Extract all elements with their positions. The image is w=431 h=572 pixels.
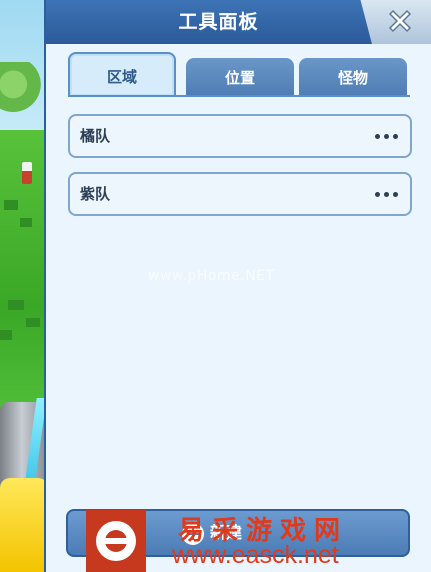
more-dots-icon[interactable] [372, 184, 402, 204]
tree [0, 62, 44, 118]
tab-underline [68, 95, 410, 97]
team-name: 紫队 [80, 185, 111, 203]
team-list: 橘队 紫队 [68, 114, 412, 230]
grass-patch [20, 218, 32, 227]
grass-patch [8, 300, 24, 310]
close-x-icon [388, 9, 412, 33]
tab-position[interactable]: 位置 [186, 58, 294, 96]
panel-header: 工具面板 [46, 0, 431, 44]
team-row-orange[interactable]: 橘队 [68, 114, 412, 158]
yellow-block [0, 478, 48, 572]
panel-title: 工具面板 [178, 11, 259, 33]
tab-bar: 区域 位置 怪物 [68, 52, 410, 96]
watermark-logo [86, 510, 146, 572]
grass-patch [4, 200, 18, 210]
more-dots-icon[interactable] [372, 126, 402, 146]
watermark-site-url: www.easck.net [172, 541, 339, 569]
team-row-purple[interactable]: 紫队 [68, 172, 412, 216]
team-name: 橘队 [80, 127, 111, 145]
tab-area[interactable]: 区域 [68, 52, 176, 96]
tab-monster[interactable]: 怪物 [299, 58, 407, 96]
tool-panel: 工具面板 区域 位置 怪物 橘队 紫队 新建 [44, 0, 431, 572]
watermark-center: www.pHome.NET [148, 268, 275, 284]
grass-patch [0, 330, 12, 340]
grass-patch [26, 318, 40, 327]
player-figure [22, 162, 32, 184]
